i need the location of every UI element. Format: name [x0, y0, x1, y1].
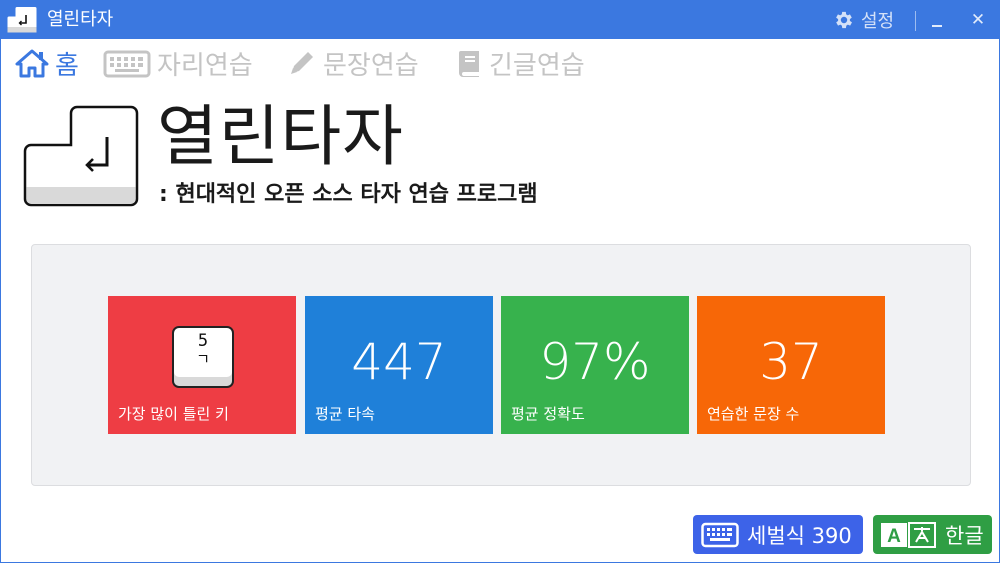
settings-label: 설정 [861, 11, 895, 32]
nav-item-long-practice[interactable]: 긴글연습 [457, 45, 585, 81]
nav-item-seat-practice[interactable]: 자리연습 [103, 45, 253, 81]
settings-button[interactable]: 설정 [833, 7, 894, 33]
stat-label: 가장 많이 틀린 키 [118, 405, 229, 423]
stat-label: 평균 타속 [315, 405, 375, 423]
nav-item-home[interactable]: 홈 [15, 45, 79, 81]
app-subtitle: : 현대적인 오픈 소스 타자 연습 프로그램 [159, 182, 538, 207]
keyboard-layout-label: 세벌식 390 [747, 523, 852, 548]
key-cap-icon: 5 ㄱ [172, 326, 234, 388]
nav-home-label: 홈 [55, 50, 79, 81]
titlebar-divider [915, 11, 916, 31]
main-nav: 홈 자리연습 문장연습 긴글연습 [1, 41, 999, 85]
pencil-icon [291, 52, 313, 74]
nav-long-label: 긴글연습 [489, 50, 585, 81]
gear-icon [836, 11, 852, 29]
translate-icon-letter: A [887, 526, 901, 547]
book-icon [459, 51, 479, 77]
stat-value: 97% [539, 333, 651, 391]
nav-item-sentence-practice[interactable]: 문장연습 [287, 45, 419, 81]
stat-label: 평균 정확도 [511, 405, 585, 423]
stat-tile-sentences-practiced: 37 연습한 문장 수 [697, 296, 885, 434]
keyboard-icon [103, 50, 151, 78]
close-button[interactable]: ✕ [967, 7, 989, 33]
key-cap-top-char: 5 [197, 331, 209, 351]
app-big-title: 열린타자 [157, 98, 404, 175]
title-bar[interactable]: 열린타자 설정 ✕ [1, 1, 999, 39]
minimize-button[interactable] [927, 9, 947, 31]
language-label: 한글 [945, 523, 984, 548]
nav-sentence-label: 문장연습 [323, 50, 419, 81]
app-logo-icon [7, 7, 37, 33]
key-cap-bottom-char: ㄱ [196, 350, 210, 368]
stat-tile-avg-speed: 447 평균 타속 [305, 296, 493, 434]
app-logo [23, 105, 139, 207]
stats-panel: 5 ㄱ 가장 많이 틀린 키 447 평균 타속 97% 평균 정확도 37 연… [31, 244, 971, 486]
stat-tile-most-missed-key: 5 ㄱ 가장 많이 틀린 키 [108, 296, 296, 434]
home-icon [15, 49, 49, 78]
keyboard-layout-button[interactable]: 세벌식 390 [693, 515, 863, 554]
keyboard-icon [701, 522, 739, 547]
app-window: 열린타자 설정 ✕ 홈 자리연습 문장연습 긴글연습 열린타자: 현대적인 오… [0, 0, 1000, 563]
window-title: 열린타자 [47, 9, 114, 30]
stat-value: 447 [351, 333, 447, 391]
stat-value: 37 [759, 333, 823, 391]
nav-seat-label: 자리연습 [157, 50, 253, 81]
language-button[interactable]: A 한글 [873, 515, 992, 554]
translate-icon: A [881, 521, 936, 548]
stat-label: 연습한 문장 수 [707, 405, 800, 423]
stat-tile-avg-accuracy: 97% 평균 정확도 [501, 296, 689, 434]
